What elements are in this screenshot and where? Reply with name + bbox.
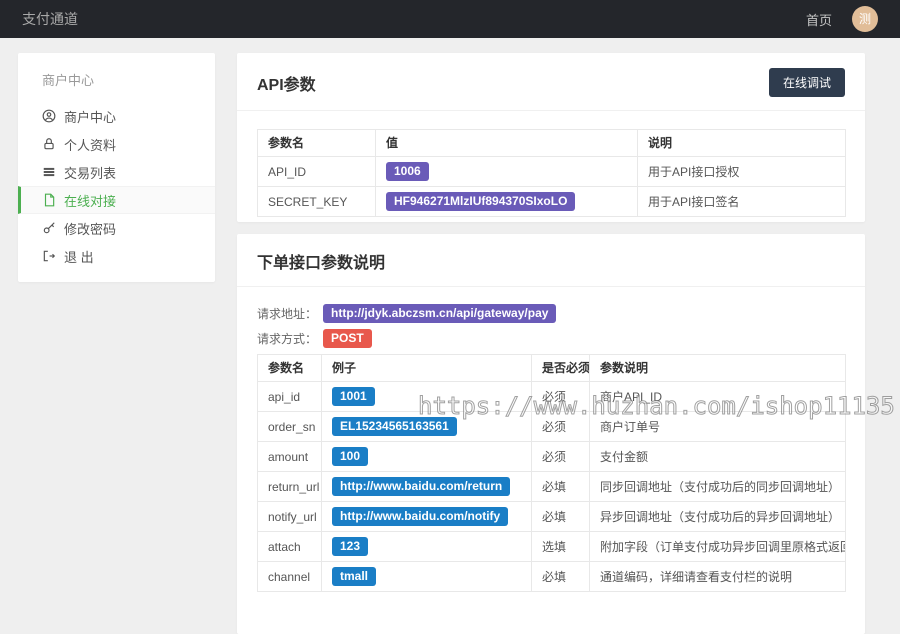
- param-desc: 商户订单号: [590, 412, 846, 442]
- nav-home-link[interactable]: 首页: [806, 10, 832, 29]
- sidebar-item-label: 修改密码: [64, 219, 116, 238]
- sidebar-item-merchant-center[interactable]: 商户中心: [18, 102, 215, 130]
- param-name: amount: [258, 442, 322, 472]
- order-params-table: 参数名 例子 是否必须 参数说明 api_id 1001 必须 商户API_ID…: [257, 354, 846, 592]
- api-params-card: API参数 在线调试 参数名 值 说明 API_ID 1006 用于API接口授…: [237, 53, 865, 222]
- sidebar-item-label: 退 出: [64, 247, 94, 266]
- table-row: order_sn EL15234565163561 必须 商户订单号: [258, 412, 846, 442]
- sidebar-item-label: 商户中心: [64, 107, 116, 126]
- table-row: SECRET_KEY HF946271MlzIUf894370SIxoLO 用于…: [258, 187, 846, 217]
- param-desc: 同步回调地址（支付成功后的同步回调地址）: [590, 472, 846, 502]
- file-icon: [42, 193, 56, 207]
- lock-icon: [42, 137, 56, 151]
- param-desc: 支付金额: [590, 442, 846, 472]
- example-badge: http://www.baidu.com/notify: [332, 507, 508, 526]
- key-icon: [42, 221, 56, 235]
- param-name: attach: [258, 532, 322, 562]
- table-row: channel tmall 必填 通道编码，详细请查看支付栏的说明: [258, 562, 846, 592]
- request-url-row: 请求地址： http://jdyk.abczsm.cn/api/gateway/…: [257, 304, 845, 323]
- param-name: return_url: [258, 472, 322, 502]
- table-row: api_id 1001 必须 商户API_ID: [258, 382, 846, 412]
- example-badge: 100: [332, 447, 368, 466]
- user-icon: [42, 109, 56, 123]
- param-name: notify_url: [258, 502, 322, 532]
- order-params-card: 下单接口参数说明 请求地址： http://jdyk.abczsm.cn/api…: [237, 234, 865, 634]
- param-name: api_id: [258, 382, 322, 412]
- sidebar-item-change-password[interactable]: 修改密码: [18, 214, 215, 242]
- sidebar-section-title: 商户中心: [18, 53, 215, 102]
- request-url-badge: http://jdyk.abczsm.cn/api/gateway/pay: [323, 304, 556, 323]
- param-desc: 异步回调地址（支付成功后的异步回调地址）: [590, 502, 846, 532]
- online-debug-button[interactable]: 在线调试: [769, 68, 845, 97]
- table-row: notify_url http://www.baidu.com/notify 必…: [258, 502, 846, 532]
- table-row: amount 100 必须 支付金额: [258, 442, 846, 472]
- value-badge: HF946271MlzIUf894370SIxoLO: [386, 192, 575, 211]
- request-method-label: 请求方式：: [257, 330, 317, 347]
- request-url-label: 请求地址：: [257, 305, 317, 322]
- request-method-badge: POST: [323, 329, 372, 348]
- example-badge: EL15234565163561: [332, 417, 457, 436]
- param-name: SECRET_KEY: [258, 187, 376, 217]
- table-header-row: 参数名 例子 是否必须 参数说明: [258, 355, 846, 382]
- api-params-title: API参数: [257, 71, 316, 95]
- column-header: 是否必须: [532, 355, 590, 382]
- param-desc: 商户API_ID: [590, 382, 846, 412]
- param-name: order_sn: [258, 412, 322, 442]
- sidebar-item-label: 个人资料: [64, 135, 116, 154]
- sidebar-item-label: 交易列表: [64, 163, 116, 182]
- app-title[interactable]: 支付通道: [22, 9, 78, 29]
- column-header: 参数名: [258, 130, 376, 157]
- example-badge: tmall: [332, 567, 376, 586]
- table-row: API_ID 1006 用于API接口授权: [258, 157, 846, 187]
- sidebar: 商户中心 商户中心 个人资料 交易列表 在线对接 修改密码 退 出: [18, 53, 215, 282]
- param-name: channel: [258, 562, 322, 592]
- example-badge: 1001: [332, 387, 375, 406]
- top-navbar: 支付通道 首页 测: [0, 0, 900, 38]
- param-name: API_ID: [258, 157, 376, 187]
- example-badge: 123: [332, 537, 368, 556]
- param-desc: 附加字段（订单支付成功异步回调里原格式返回数据）: [590, 532, 846, 562]
- sidebar-item-label: 在线对接: [64, 191, 116, 210]
- param-desc: 通道编码，详细请查看支付栏的说明: [590, 562, 846, 592]
- table-row: attach 123 选填 附加字段（订单支付成功异步回调里原格式返回数据）: [258, 532, 846, 562]
- table-header-row: 参数名 值 说明: [258, 130, 846, 157]
- sidebar-item-profile[interactable]: 个人资料: [18, 130, 215, 158]
- param-required: 必填: [532, 472, 590, 502]
- param-required: 选填: [532, 532, 590, 562]
- table-row: return_url http://www.baidu.com/return 必…: [258, 472, 846, 502]
- sidebar-item-transactions[interactable]: 交易列表: [18, 158, 215, 186]
- param-required: 必填: [532, 562, 590, 592]
- param-required: 必填: [532, 502, 590, 532]
- value-badge: 1006: [386, 162, 429, 181]
- example-badge: http://www.baidu.com/return: [332, 477, 510, 496]
- order-params-title: 下单接口参数说明: [257, 249, 385, 273]
- column-header: 值: [376, 130, 638, 157]
- param-desc: 用于API接口授权: [638, 157, 846, 187]
- list-icon: [42, 165, 56, 179]
- request-method-row: 请求方式： POST: [257, 329, 845, 348]
- column-header: 参数名: [258, 355, 322, 382]
- column-header: 参数说明: [590, 355, 846, 382]
- param-required: 必须: [532, 442, 590, 472]
- param-required: 必须: [532, 412, 590, 442]
- logout-icon: [42, 249, 56, 263]
- sidebar-item-online-integration[interactable]: 在线对接: [18, 186, 215, 214]
- param-desc: 用于API接口签名: [638, 187, 846, 217]
- api-params-table: 参数名 值 说明 API_ID 1006 用于API接口授权 SECRET_KE…: [257, 129, 846, 217]
- param-required: 必须: [532, 382, 590, 412]
- column-header: 说明: [638, 130, 846, 157]
- user-avatar[interactable]: 测: [852, 6, 878, 32]
- column-header: 例子: [322, 355, 532, 382]
- sidebar-item-logout[interactable]: 退 出: [18, 242, 215, 270]
